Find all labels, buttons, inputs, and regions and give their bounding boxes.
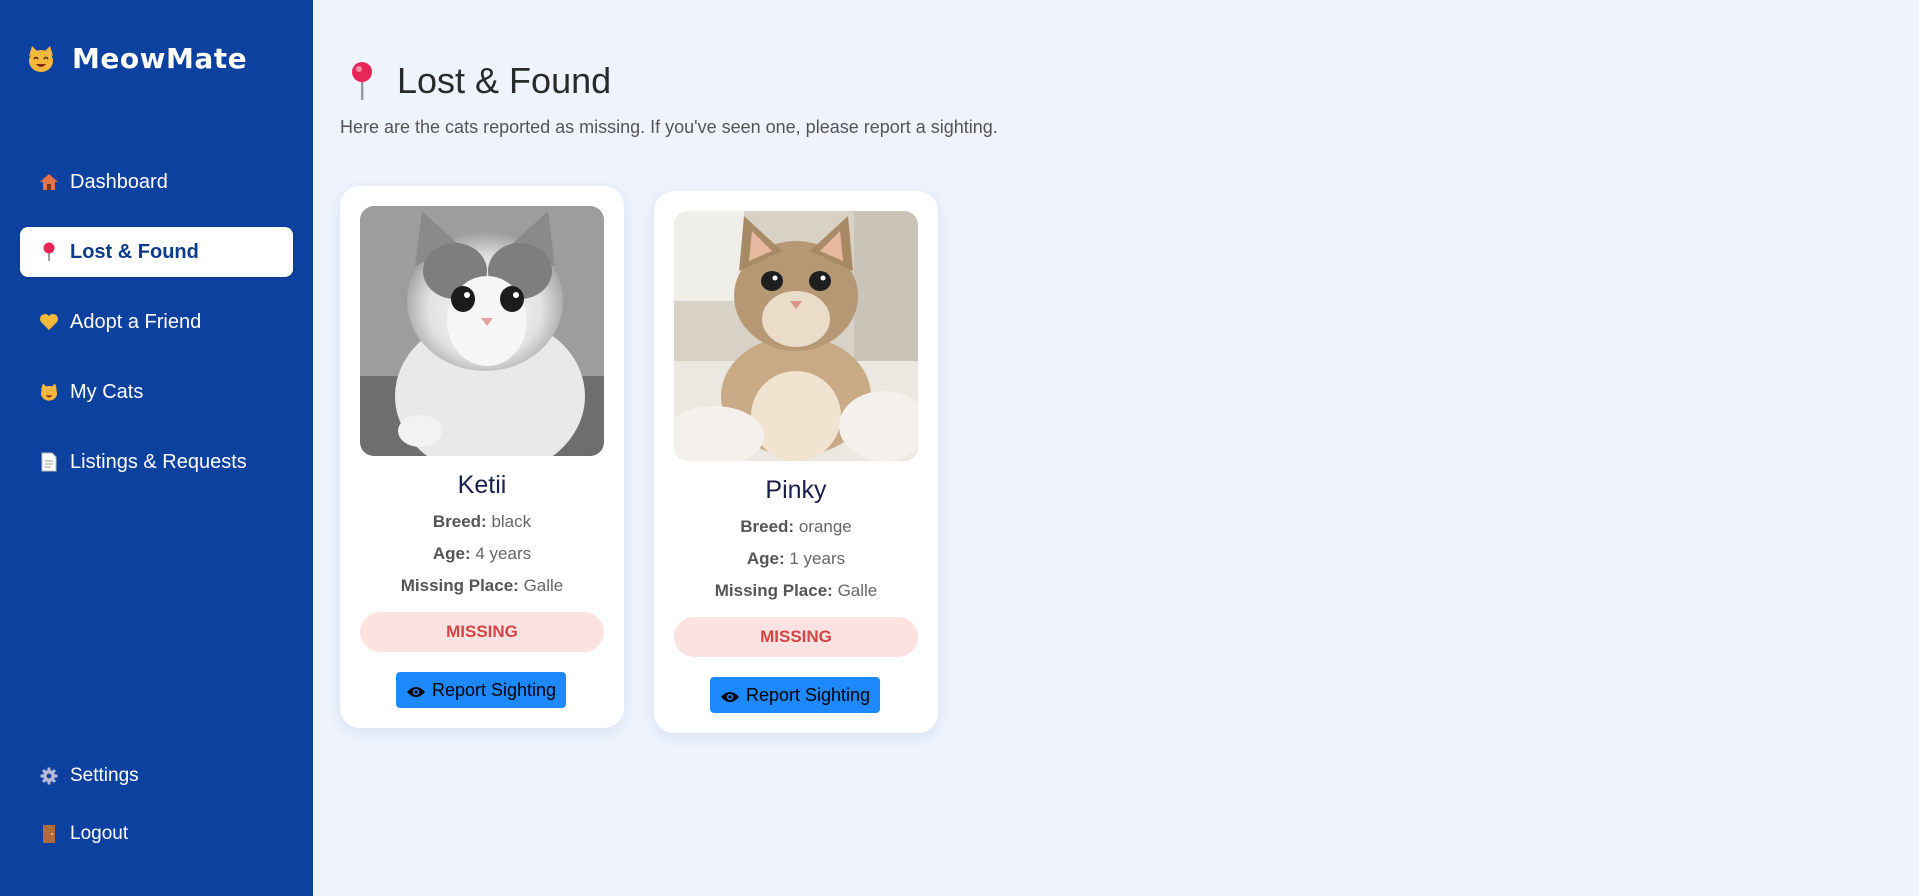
cat-missing-place: Missing Place: Galle [714,581,878,600]
page-heading: Lost & Found [347,60,611,102]
pin-icon [347,61,377,101]
pin-icon [38,241,60,263]
sidebar-nav: Dashboard Lost & Found Adopt a Friend My… [20,157,293,507]
sidebar-item-label: Logout [70,823,129,844]
eye-icon [406,683,426,697]
report-sighting-label: Report Sighting [431,679,557,700]
cat-missing-place: Missing Place: Galle [400,576,564,595]
cat-photo [360,206,604,456]
sidebar-item-my-cats[interactable]: My Cats [20,367,293,417]
brand[interactable]: MeowMate [26,42,247,75]
page-subtitle: Here are the cats reported as missing. I… [340,117,998,137]
sidebar-item-settings[interactable]: Settings [20,756,293,796]
sidebar-item-adopt[interactable]: Adopt a Friend [20,297,293,347]
cat-face-icon [26,44,56,74]
cat-card: Ketii Breed: black Age: 4 years Missing … [340,186,624,728]
cat-photo [674,211,918,461]
brand-name: MeowMate [72,42,248,75]
cat-breed: Breed: orange [740,517,852,536]
eye-icon [720,688,740,702]
heart-icon [38,311,60,333]
sidebar-item-logout[interactable]: Logout [20,814,293,854]
sidebar-item-label: Lost & Found [70,240,199,263]
sidebar-item-listings[interactable]: Listings & Requests [20,437,293,487]
report-sighting-button[interactable]: Report Sighting [710,677,880,713]
cat-age: Age: 4 years [432,544,532,563]
sidebar-item-label: Settings [70,765,139,786]
page-title: Lost & Found [397,60,612,101]
report-sighting-button[interactable]: Report Sighting [396,672,566,708]
cat-breed: Breed: black [432,512,532,531]
sidebar-item-label: Adopt a Friend [70,310,202,333]
door-icon [38,823,60,845]
status-badge: MISSING [674,617,918,657]
sidebar-item-label: My Cats [70,380,144,403]
sidebar-item-lost-found[interactable]: Lost & Found [20,227,293,277]
house-icon [38,171,60,193]
cat-card: Pinky Breed: orange Age: 1 years Missing… [654,191,938,733]
document-icon [38,451,60,473]
main-content: Lost & Found Here are the cats reported … [313,0,1919,896]
cat-name: Ketii [457,471,507,499]
gear-icon [38,765,60,787]
report-sighting-label: Report Sighting [745,684,871,705]
cat-face-icon [38,381,60,403]
sidebar-bottom-nav: Settings Logout [20,756,293,872]
cat-name: Pinky [765,476,827,504]
status-badge: MISSING [360,612,604,652]
cat-age: Age: 1 years [746,549,846,568]
sidebar-item-label: Listings & Requests [70,450,247,473]
sidebar: MeowMate Dashboard Lost & Found Adopt a … [0,0,313,896]
sidebar-item-dashboard[interactable]: Dashboard [20,157,293,207]
sidebar-item-label: Dashboard [70,170,168,193]
